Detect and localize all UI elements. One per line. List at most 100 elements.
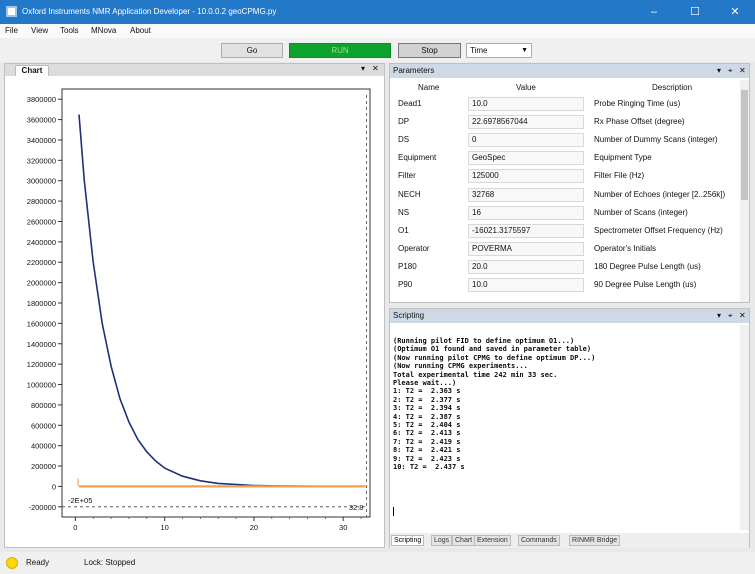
parameter-row[interactable]: Equipment GeoSpec Equipment Type (390, 149, 740, 167)
scripting-scrollbar[interactable] (740, 325, 749, 530)
parameters-scrollbar[interactable] (740, 80, 749, 302)
dropdown-icon[interactable]: ▾ (361, 64, 365, 73)
scripting-title: Scripting (393, 311, 425, 320)
scripting-tabs: Scripting Logs Chart Extension Commands RINMR… (390, 533, 749, 548)
tab-chart[interactable]: Chart (15, 65, 49, 76)
console-line: 2: T2 = 2.377 s (393, 395, 461, 404)
parameter-value[interactable]: 22.6978567044 (468, 115, 584, 130)
parameter-row[interactable]: Filter 125000 Filter File (Hz) (390, 167, 740, 185)
x-tick-label: 0 (73, 523, 77, 532)
y-tick-label: 400000 (31, 442, 56, 451)
y-tick-label: 1200000 (27, 360, 56, 369)
y-tick-label: 3400000 (27, 136, 56, 145)
lock-status: Lock: Stopped (84, 558, 136, 567)
scroll-thumb[interactable] (741, 90, 748, 200)
minimize-button[interactable]: – (634, 0, 674, 24)
dropdown-icon[interactable]: ▾ (717, 309, 721, 323)
pin-icon[interactable]: ⌖ (728, 309, 733, 323)
y-tick-label: 3000000 (27, 177, 56, 186)
console-line: 3: T2 = 2.394 s (393, 404, 461, 413)
parameter-name: Equipment (398, 153, 437, 163)
tab-rinmr-bridge[interactable]: RINMR Bridge (569, 535, 621, 546)
parameter-row[interactable]: O1 -16021.3175597 Spectrometer Offset Freq… (390, 222, 740, 240)
stop-button[interactable]: Stop (398, 43, 461, 58)
parameter-name: NECH (398, 189, 421, 199)
close-icon[interactable]: ✕ (739, 309, 746, 323)
parameter-value[interactable]: 125000 (468, 169, 584, 184)
y-tick-label: 3200000 (27, 156, 56, 165)
menu-about[interactable]: About (130, 26, 151, 35)
x-tick-label: 20 (250, 523, 258, 532)
close-icon[interactable]: ✕ (739, 64, 746, 78)
chevron-down-icon: ▼ (521, 47, 528, 54)
close-icon[interactable]: ✕ (372, 64, 379, 73)
time-select[interactable]: Time ▼ (466, 43, 532, 58)
tab-logs[interactable]: Logs (431, 535, 453, 546)
dropdown-icon[interactable]: ▾ (717, 64, 721, 78)
text-caret (393, 507, 394, 516)
parameter-value[interactable]: 0 (468, 133, 584, 148)
y-tick-label: 1000000 (27, 381, 56, 390)
menu-mnova[interactable]: MNova (91, 26, 116, 35)
menu-tools[interactable]: Tools (60, 26, 79, 35)
y-tick-label: -200000 (28, 503, 56, 512)
maximize-button[interactable]: ☐ (675, 0, 715, 24)
parameter-row[interactable]: DS 0 Number of Dummy Scans (integer) (390, 131, 740, 149)
y-tick-label: 3600000 (27, 116, 56, 125)
console-line: Please wait...) (393, 379, 457, 388)
parameter-value[interactable]: GeoSpec (468, 151, 584, 166)
parameter-value[interactable]: 10.0 (468, 97, 584, 111)
tab-extension[interactable]: Extension (474, 535, 511, 546)
app-icon (6, 6, 17, 17)
parameter-value[interactable]: -16021.3175597 (468, 223, 584, 238)
parameter-name: O1 (398, 225, 409, 235)
scripting-pane: Scripting ▾ ⌖ ✕ (Running pilot FID to de… (389, 308, 750, 548)
parameters-pane: Parameters ▾ ⌖ ✕ Name Value Description … (389, 63, 750, 303)
parameter-row[interactable]: Operator POVERMA Operator's Initials (390, 240, 740, 258)
parameter-name: Dead1 (398, 99, 422, 108)
parameter-value[interactable]: 32768 (468, 187, 584, 202)
parameters-title: Parameters (393, 66, 435, 75)
chart: 3800000 3600000 3400000 3200000 3000000 28000… (27, 88, 371, 532)
parameter-description: Spectrometer Offset Frequency (Hz) (594, 225, 723, 235)
run-button[interactable]: RUN (289, 43, 391, 58)
menu-view[interactable]: View (31, 26, 48, 35)
parameter-description: Number of Echoes (integer [2..256k]) (594, 189, 726, 199)
parameter-row[interactable]: P180 20.0 180 Degree Pulse Length (us) (390, 258, 740, 276)
tab-chart[interactable]: Chart (452, 535, 476, 546)
parameter-description: Number of Dummy Scans (integer) (594, 135, 718, 145)
y-tick-label: 2600000 (27, 217, 56, 226)
parameter-row[interactable]: Dead1 10.0 Probe Ringing Time (us) (390, 95, 740, 113)
close-button[interactable]: ✕ (715, 0, 755, 24)
column-value: Value (516, 83, 536, 92)
parameter-row[interactable]: DP 22.6978567044 Rx Phase Offset (degree) (390, 113, 740, 131)
y-tick-label: 600000 (31, 421, 56, 430)
parameters-column-headers: Name Value Description (390, 81, 740, 93)
console-line: 10: T2 = 2.437 s (393, 463, 465, 472)
parameter-name: NS (398, 207, 410, 217)
parameter-description: Probe Ringing Time (us) (594, 99, 681, 108)
script-console[interactable]: (Running pilot FID to define optimum O1.… (393, 337, 595, 472)
console-line: 5: T2 = 2.404 s (393, 421, 461, 430)
parameter-value[interactable]: 20.0 (468, 259, 584, 274)
pin-icon[interactable]: ⌖ (728, 64, 733, 78)
menu-file[interactable]: File (5, 26, 18, 35)
title-bar: Oxford Instruments NMR Application Devel… (0, 0, 755, 24)
status-text: Ready (26, 558, 50, 567)
console-line: (Now running pilot CPMG to define optimu… (393, 353, 596, 362)
chart-pane-header: Chart ▾ ✕ (5, 64, 384, 76)
tab-commands[interactable]: Commands (518, 535, 560, 546)
go-button[interactable]: Go (221, 43, 283, 58)
y-tick-label: 2200000 (27, 258, 56, 267)
parameter-value[interactable]: 16 (468, 205, 584, 220)
parameter-row[interactable]: NS 16 Number of Scans (integer) (390, 204, 740, 222)
parameter-description: 180 Degree Pulse Length (us) (594, 261, 701, 271)
tab-scripting[interactable]: Scripting (391, 535, 425, 546)
parameter-value[interactable]: POVERMA (468, 241, 584, 256)
parameter-row[interactable]: NECH 32768 Number of Echoes (integer [2..2… (390, 186, 740, 204)
parameter-name: Filter (398, 171, 416, 181)
parameter-description: 90 Degree Pulse Length (us) (594, 280, 697, 289)
parameter-value[interactable]: 10.0 (468, 278, 584, 292)
parameter-row[interactable]: P90 10.0 90 Degree Pulse Length (us) (390, 276, 740, 294)
x-tick-label: 10 (160, 523, 168, 532)
